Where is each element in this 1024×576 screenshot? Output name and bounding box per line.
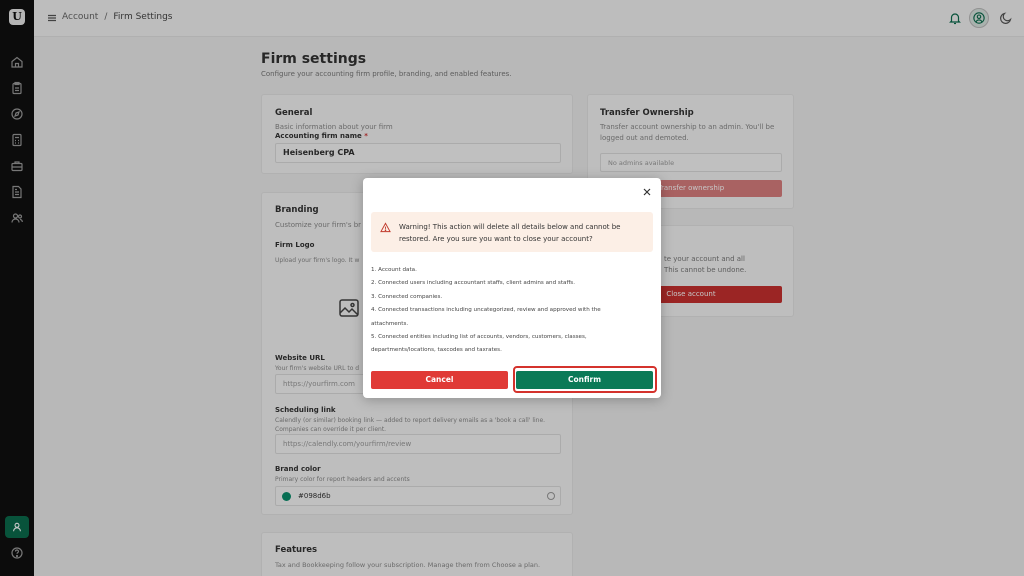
list-item: 1. Account data. <box>371 267 417 273</box>
list-item: 5. Connected entities including list of … <box>371 334 587 341</box>
close-account-dialog: Warning! This action will delete all det… <box>363 178 661 398</box>
list-item: 4. Connected transactions including unca… <box>371 307 601 314</box>
list-item: attachments. <box>371 320 409 327</box>
deletion-list: 1. Account data. 2. Connected users incl… <box>371 264 653 358</box>
list-item: 3. Connected companies. <box>371 293 443 300</box>
cancel-button[interactable]: Cancel <box>371 371 508 389</box>
confirm-button[interactable]: Confirm <box>516 371 653 389</box>
warning-icon <box>380 222 391 233</box>
list-item: departments/locations, taxcodes and taxr… <box>371 347 502 354</box>
warning-text: Warning! This action will delete all det… <box>399 223 621 243</box>
close-icon[interactable] <box>641 186 653 198</box>
warning-banner: Warning! This action will delete all det… <box>371 212 653 252</box>
list-item: 2. Connected users including accountant … <box>371 280 575 287</box>
